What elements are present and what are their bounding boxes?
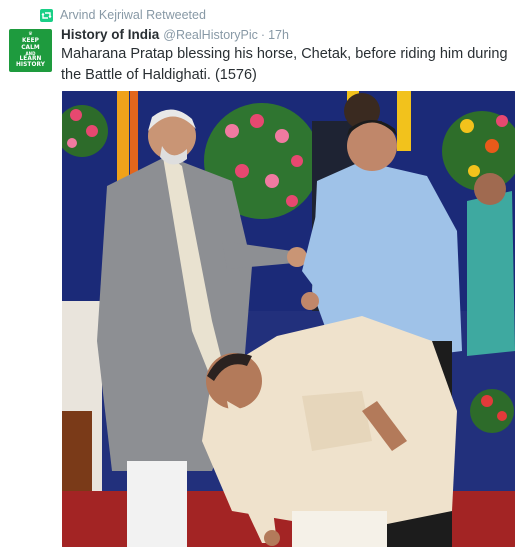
separator: · [260, 28, 266, 42]
author-username[interactable]: @RealHistoryPic [163, 28, 258, 42]
tweet-header: History of India @RealHistoryPic · 17h [61, 27, 289, 45]
tweet-timestamp[interactable]: 17h [268, 28, 289, 42]
tweet-card[interactable]: Arvind Kejriwal Retweeted ♛ KEEP CALM AN… [0, 0, 527, 552]
retweet-context: Arvind Kejriwal Retweeted [40, 7, 206, 23]
retweet-icon [40, 8, 53, 22]
tweet-text: Maharana Pratap blessing his horse, Chet… [61, 46, 508, 83]
avatar[interactable]: ♛ KEEP CALM AND LEARN HISTORY [9, 29, 52, 72]
crown-icon: ♛ [28, 31, 33, 38]
author-fullname[interactable]: History of India [61, 27, 159, 42]
tweet-photo[interactable] [62, 91, 515, 547]
photo-icon [62, 91, 515, 547]
retweeter-link[interactable]: Arvind Kejriwal Retweeted [60, 8, 206, 22]
avatar-line: HISTORY [15, 62, 46, 69]
